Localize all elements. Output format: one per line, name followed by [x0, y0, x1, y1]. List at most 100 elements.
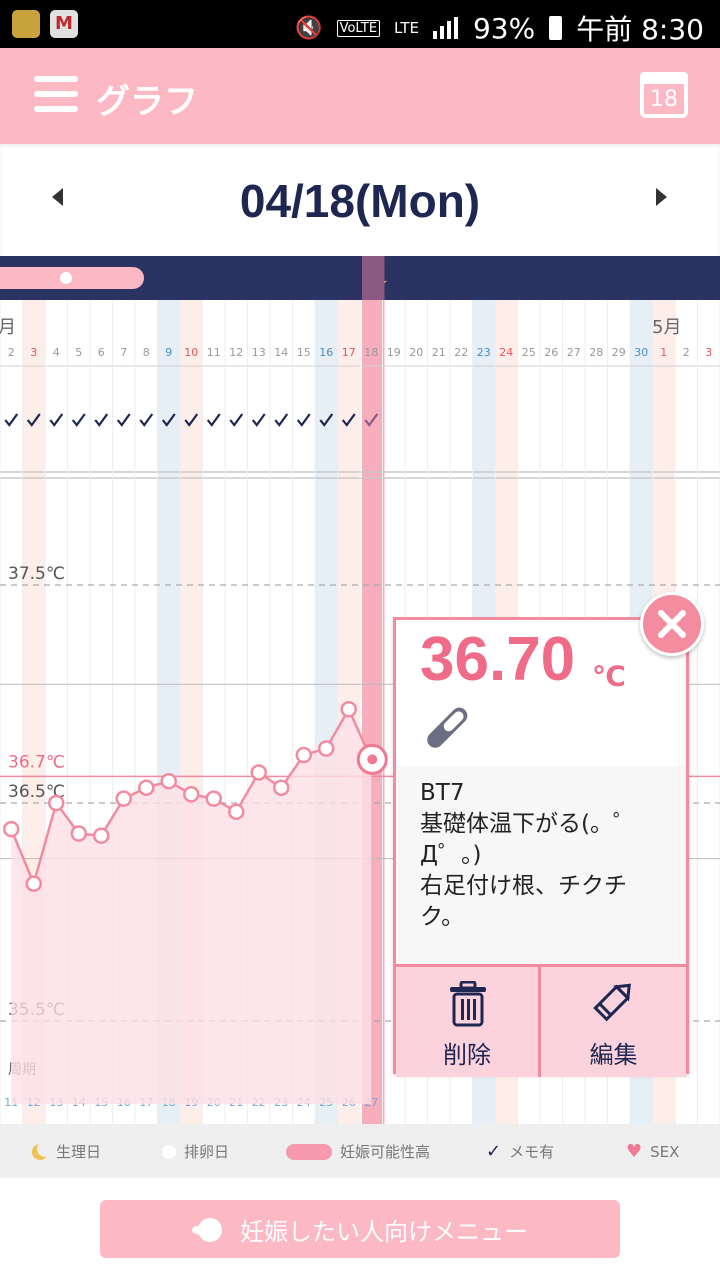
temperature-unit: ℃ [592, 660, 626, 693]
temperature-point [205, 790, 222, 807]
heart-icon: ♥ [626, 1141, 643, 1162]
day-number: 29 [612, 346, 626, 359]
battery-percent: 93% [472, 11, 536, 45]
day-number: 3 [705, 346, 712, 359]
day-number: 5 [75, 346, 82, 359]
temperature-point [3, 820, 20, 838]
day-number: 13 [252, 346, 266, 359]
pregnancy-menu-button[interactable]: 妊娠したい人向けメニュー [100, 1200, 620, 1258]
day-number: 19 [387, 346, 401, 359]
temperature-point [250, 764, 267, 781]
temperature-point [70, 825, 87, 842]
day-number: 24 [499, 346, 513, 359]
calendar-day: 18 [650, 87, 678, 112]
legend-ovulation: 排卵日 [162, 1141, 229, 1162]
moon-icon [32, 1140, 53, 1160]
day-number: 20 [409, 346, 423, 359]
close-popup-button[interactable] [640, 592, 704, 656]
selected-temperature-dot [367, 754, 378, 765]
mcafee-icon: M [50, 10, 78, 38]
lte-label: LTE [394, 19, 419, 37]
day-number: 26 [544, 346, 558, 359]
day-number: 28 [589, 346, 603, 359]
edit-button[interactable]: 編集 [541, 967, 686, 1077]
month-label-april: 月 [0, 317, 16, 338]
legend-period: 生理日 [32, 1140, 101, 1162]
legend-memo: ✓ メモ有 [486, 1141, 555, 1162]
temperature-point [318, 740, 335, 757]
day-number: 9 [165, 346, 172, 359]
ovulation-marker [60, 272, 72, 284]
temperature-point [93, 827, 110, 844]
bottom-area: 妊娠したい人向けメニュー [0, 1178, 720, 1280]
ovulation-icon [162, 1144, 176, 1159]
day-number: 10 [184, 346, 198, 359]
day-number: 15 [297, 346, 311, 359]
day-number: 11 [207, 346, 221, 359]
day-number: 2 [683, 346, 690, 359]
pencil-icon [593, 983, 631, 1022]
menu-icon[interactable] [34, 76, 78, 114]
popup-actions: 削除 編集 [396, 964, 686, 1077]
day-number: 17 [342, 346, 356, 359]
legend: 生理日 排卵日 妊娠可能性高 ✓ メモ有 ♥ SEX [0, 1124, 720, 1178]
current-date: 04/18(Mon) [239, 175, 481, 227]
shopping-app-icon [12, 10, 40, 38]
day-number: 25 [522, 346, 536, 359]
day-number: 18 [364, 346, 378, 359]
temperature-popup: 36.70 ℃ BT7 基礎体温下がる(。゜Д゜。) 右足付け根、チクチク。 削… [393, 617, 689, 1077]
trash-icon [450, 981, 486, 1027]
memo-text: BT7 基礎体温下がる(。゜Д゜。) 右足付け根、チクチク。 [420, 780, 636, 930]
next-date-icon[interactable] [656, 188, 667, 206]
volte-badge: VoLTE [336, 19, 381, 37]
temperature-point [295, 746, 312, 764]
day-number: 7 [120, 346, 127, 359]
temperature-point [138, 779, 155, 796]
temperature-point [228, 803, 245, 820]
calendar-icon[interactable]: 18 [640, 72, 688, 118]
temp-axis-label: 37.5℃ [8, 564, 65, 584]
day-number: 16 [319, 346, 333, 359]
day-number: 6 [98, 346, 105, 359]
legend-fertile: 妊娠可能性高 [286, 1141, 430, 1162]
signal-icon [432, 17, 459, 39]
date-navigation: 04/18(Mon) [0, 144, 720, 256]
temperature-point [340, 701, 357, 718]
legend-sex: ♥ SEX [626, 1141, 680, 1162]
temperature-value: 36.70 [420, 625, 576, 694]
clock: 午前 8:30 [576, 13, 704, 46]
mute-icon: 🔇 [295, 15, 323, 41]
pregnancy-menu-label: 妊娠したい人向けメニュー [240, 1217, 528, 1246]
status-bar: M 🔇 VoLTE LTE 93% 午前 8:30 [0, 0, 720, 48]
day-number: 12 [229, 346, 243, 359]
close-icon [658, 610, 686, 638]
day-number: 14 [274, 346, 288, 359]
temperature-point [48, 794, 65, 812]
temperature-point [160, 772, 177, 790]
day-number: 2 [8, 346, 15, 359]
delete-label: 削除 [443, 1041, 491, 1069]
day-number: 8 [143, 346, 150, 359]
battery-icon [549, 16, 563, 40]
delete-button[interactable]: 削除 [396, 967, 541, 1077]
temperature-point [183, 786, 200, 803]
day-number: 21 [432, 346, 446, 359]
day-number: 1 [660, 346, 667, 359]
fertile-icon [286, 1143, 332, 1160]
bird-icon [192, 1214, 226, 1244]
temperature-point [115, 790, 132, 807]
month-label-may: 5月 [652, 317, 681, 338]
edit-label: 編集 [589, 1041, 638, 1069]
day-number: 4 [53, 346, 60, 359]
temperature-point [25, 875, 42, 892]
day-number: 23 [477, 346, 491, 359]
thermometer-icon [427, 707, 468, 748]
selected-day-top [362, 256, 385, 300]
day-number: 30 [634, 346, 648, 359]
page-title: グラフ [96, 82, 198, 122]
app-bar: グラフ 18 [0, 48, 720, 144]
reference-temp-label: 36.7℃ [8, 752, 65, 772]
temperature-point [273, 779, 290, 796]
day-number: 3 [30, 346, 37, 359]
day-number: 27 [567, 346, 581, 359]
